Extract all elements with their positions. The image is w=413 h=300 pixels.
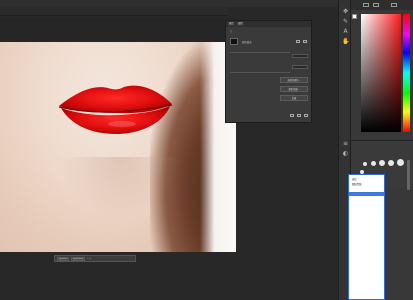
visibility-icon[interactable]	[297, 114, 301, 117]
list-item[interactable]: 图层蒙版	[352, 182, 362, 186]
color-tab-icon[interactable]	[363, 3, 369, 7]
more-icon[interactable]: ⋯	[87, 256, 91, 261]
selected-list-item[interactable]	[349, 192, 384, 196]
color-range-button[interactable]: 颜色范围...	[280, 86, 308, 92]
swatches-tab-icon[interactable]	[373, 3, 379, 7]
properties-panel: 属性 调整 ▢ 颜色填充 选择并遮住... 颜色范围... 反相	[225, 20, 312, 123]
document-tab-bar[interactable]	[0, 7, 228, 16]
brush-preset-5[interactable]	[397, 159, 404, 166]
list-item[interactable]: 选区	[352, 177, 357, 181]
tab-properties[interactable]: 属性	[228, 22, 235, 26]
color-field[interactable]	[361, 14, 401, 132]
mask-icon[interactable]	[296, 40, 300, 43]
feather-field[interactable]	[292, 65, 308, 69]
preset-dropdown-list[interactable]: 选区 图层蒙版	[348, 174, 385, 300]
panel-title: ▢	[230, 30, 233, 33]
type-icon[interactable]: A	[342, 28, 349, 35]
vector-mask-icon[interactable]	[303, 40, 307, 43]
red-lips	[58, 85, 173, 134]
layer-type-label: 颜色填充	[242, 41, 252, 44]
mask-thumbnail[interactable]	[230, 38, 238, 45]
photo-layer[interactable]	[0, 42, 236, 252]
invert-button[interactable]: 反相	[280, 95, 308, 101]
hand-icon[interactable]: ✋	[342, 38, 349, 45]
density-field[interactable]	[292, 54, 308, 58]
move-icon[interactable]: ✥	[342, 8, 349, 15]
adjust-icon[interactable]: ◐	[342, 150, 349, 157]
brush-preset-2[interactable]	[371, 161, 376, 166]
divider	[230, 52, 290, 53]
brush-icon[interactable]: ✎	[342, 18, 349, 25]
brush-preset-1[interactable]	[363, 162, 367, 166]
panel-scrollbar[interactable]	[407, 160, 410, 190]
brush-preset-3[interactable]	[379, 160, 385, 166]
trash-icon[interactable]	[304, 114, 308, 117]
select-and-mask-button[interactable]: 选择并遮住...	[280, 77, 308, 83]
foreground-color-swatch[interactable]	[352, 14, 357, 19]
select-subject-button[interactable]: 选择主体	[57, 256, 70, 261]
dock-header	[351, 0, 413, 10]
chin-shadow	[60, 157, 180, 217]
apply-mask-icon[interactable]	[290, 114, 294, 117]
contextual-task-bar: 选择主体 选择并遮住 ⋯	[54, 255, 136, 262]
hue-slider[interactable]	[403, 14, 410, 132]
feather-slider[interactable]	[230, 72, 290, 73]
gradient-tab-icon[interactable]	[391, 3, 397, 7]
select-mask-button[interactable]: 选择并遮住	[71, 256, 86, 261]
options-bar	[0, 0, 340, 7]
brush-preset-4[interactable]	[388, 160, 394, 166]
tab-adjustments[interactable]: 调整	[236, 22, 244, 26]
layers-icon[interactable]: ≡	[342, 140, 349, 147]
